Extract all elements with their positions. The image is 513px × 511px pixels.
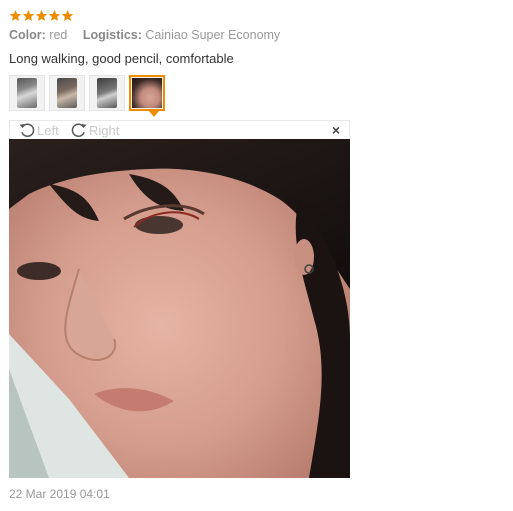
rotate-left-icon bbox=[19, 123, 35, 137]
active-thumbnail-caret bbox=[149, 111, 159, 117]
photo-thumbnail[interactable] bbox=[9, 75, 45, 111]
rotate-left-button[interactable]: Left bbox=[18, 121, 59, 139]
close-icon: × bbox=[331, 122, 340, 138]
rotate-right-button[interactable]: Right bbox=[70, 121, 119, 139]
photo-thumbnail-image bbox=[57, 78, 77, 108]
rotate-left-label: Left bbox=[37, 122, 59, 138]
review-text: Long walking, good pencil, comfortable bbox=[9, 51, 234, 66]
photo-thumbnails bbox=[9, 75, 165, 111]
photo-thumbnail[interactable] bbox=[89, 75, 125, 111]
logistics-label: Logistics: bbox=[82, 28, 142, 42]
star-rating bbox=[9, 9, 74, 23]
logistics-value: Cainiao Super Economy bbox=[145, 28, 281, 42]
photo-thumbnail-active[interactable] bbox=[129, 75, 165, 111]
review-photo bbox=[9, 139, 350, 478]
photo-thumbnail-image bbox=[17, 78, 37, 108]
image-viewer-toolbar: Left Right × bbox=[9, 120, 350, 139]
rotate-right-icon bbox=[71, 123, 87, 137]
star-icon bbox=[61, 9, 74, 22]
review-date: 22 Mar 2019 04:01 bbox=[9, 487, 110, 501]
photo-thumbnail-image bbox=[97, 78, 117, 108]
close-button[interactable]: × bbox=[332, 122, 340, 138]
photo-thumbnail-image bbox=[132, 78, 162, 108]
star-icon bbox=[48, 9, 61, 22]
photo-thumbnail[interactable] bbox=[49, 75, 85, 111]
star-icon bbox=[35, 9, 48, 22]
rotate-right-label: Right bbox=[89, 122, 120, 138]
color-label: Color: bbox=[9, 28, 46, 42]
star-icon bbox=[22, 9, 35, 22]
review-meta: Color: red Logistics: Cainiao Super Econ… bbox=[9, 28, 292, 42]
star-icon bbox=[9, 9, 22, 22]
color-value: red bbox=[49, 28, 68, 42]
